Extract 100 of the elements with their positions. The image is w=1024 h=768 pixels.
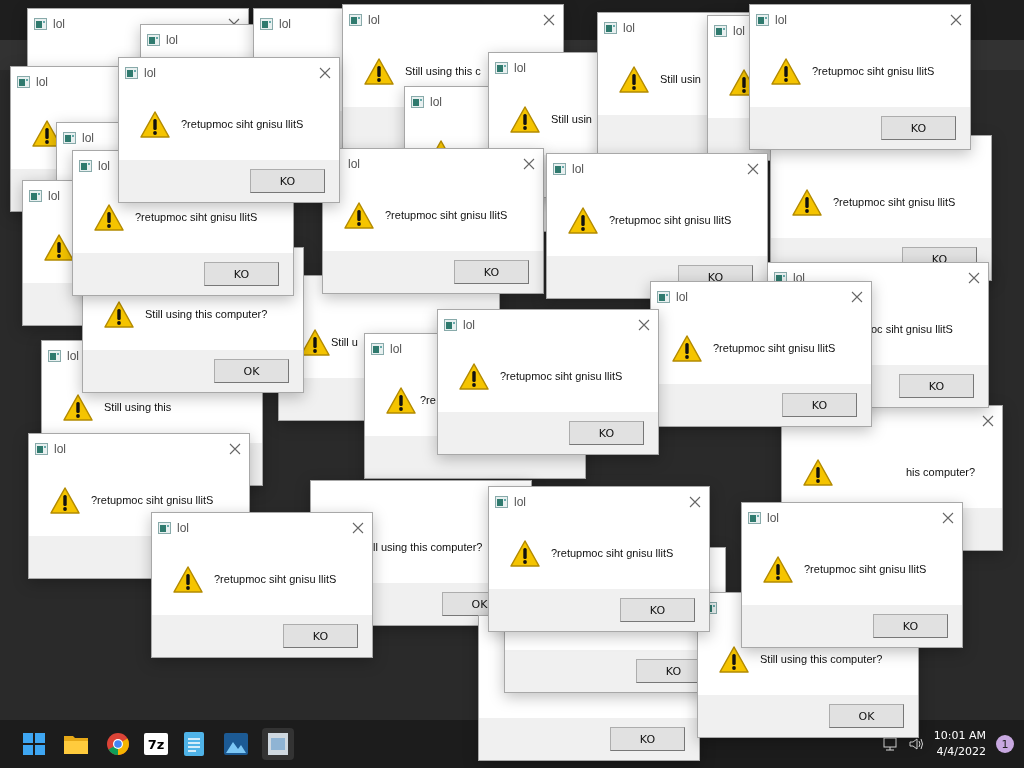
- dialog-button[interactable]: KO: [204, 262, 279, 286]
- window-title: lol: [514, 61, 526, 75]
- window-title: lol: [390, 342, 402, 356]
- warning-icon: [104, 300, 134, 328]
- window-icon: [79, 160, 92, 172]
- dialog-message: ?retupmoc siht gnisu llitS: [385, 209, 508, 221]
- close-icon[interactable]: [229, 443, 241, 455]
- window-icon: [604, 22, 617, 34]
- window-title: lol: [430, 95, 442, 109]
- window-title: lol: [623, 21, 635, 35]
- window-title: lol: [676, 290, 688, 304]
- window-icon: [714, 25, 727, 37]
- dialog-button[interactable]: KO: [782, 393, 857, 417]
- window-icon: [125, 67, 138, 79]
- dialog-button[interactable]: KO: [610, 727, 685, 751]
- warning-icon: [140, 110, 170, 138]
- window-title: lol: [177, 521, 189, 535]
- dialog-message: Still using this c: [405, 65, 481, 77]
- window-title: lol: [775, 13, 787, 27]
- close-icon[interactable]: [523, 158, 535, 170]
- dialog-message: Still using this: [104, 401, 172, 413]
- window-icon: [444, 319, 457, 331]
- notification-badge[interactable]: 1: [996, 735, 1014, 753]
- window-title: lol: [767, 511, 779, 525]
- window-icon: [371, 343, 384, 355]
- window-title: lol: [48, 189, 60, 203]
- archiver-icon[interactable]: 7z: [144, 733, 168, 755]
- dialog-message: ?retupmoc siht gnisu llitS: [609, 214, 732, 226]
- close-icon[interactable]: [543, 14, 555, 26]
- dialog-button[interactable]: KO: [873, 614, 948, 638]
- close-icon[interactable]: [689, 496, 701, 508]
- dialog-message: ?retupmoc siht gnisu llitS: [551, 547, 674, 559]
- dialog-button[interactable]: KO: [250, 169, 325, 193]
- close-icon[interactable]: [968, 272, 980, 284]
- window-title: lol: [279, 17, 291, 31]
- clock-time[interactable]: 10:01 AM: [933, 728, 986, 744]
- speaker-icon[interactable]: [907, 736, 924, 752]
- warning-icon: [386, 386, 416, 414]
- warning-icon: [50, 486, 80, 514]
- app-icon[interactable]: [262, 728, 294, 760]
- dialog-button[interactable]: KO: [569, 421, 644, 445]
- close-icon[interactable]: [851, 291, 863, 303]
- close-icon[interactable]: [982, 415, 994, 427]
- warning-icon: [510, 539, 540, 567]
- dialog-message: ?retupmoc siht gnisu llitS: [713, 342, 836, 354]
- window-icon: [411, 96, 424, 108]
- dialog-button[interactable]: KO: [899, 374, 974, 398]
- dialog-button[interactable]: KO: [620, 598, 695, 622]
- dialog-button[interactable]: KO: [283, 624, 358, 648]
- window-icon: [48, 350, 61, 362]
- window-icon: [34, 18, 47, 30]
- window-title: lol: [166, 33, 178, 47]
- close-icon[interactable]: [950, 14, 962, 26]
- dialog-message: his computer?: [906, 466, 976, 478]
- warning-icon: [771, 57, 801, 85]
- dialog-message: Still using this computer?: [760, 653, 883, 665]
- dialog-message: ?retupmoc siht gnisu llitS: [833, 196, 956, 208]
- window-title: lol: [98, 159, 110, 173]
- window-title: lol: [733, 24, 745, 38]
- window-icon: [774, 272, 787, 284]
- warning-icon: [719, 645, 749, 673]
- dialog-button[interactable]: KO: [454, 260, 529, 284]
- dialog-button[interactable]: OK: [214, 359, 289, 383]
- window-title: lol: [54, 442, 66, 456]
- dialog-message: oc siht gnisu llitS: [871, 323, 953, 335]
- window-icon: [63, 132, 76, 144]
- warning-icon: [763, 555, 793, 583]
- close-icon[interactable]: [352, 522, 364, 534]
- dialog-message: Still usin: [660, 73, 701, 85]
- dialog-message: ll using this computer?: [373, 541, 483, 553]
- dialog-message: ?re: [420, 394, 436, 406]
- window-title: lol: [144, 66, 156, 80]
- warning-icon: [803, 458, 833, 486]
- window-title: lol: [368, 13, 380, 27]
- warning-icon: [94, 203, 124, 231]
- window-icon: [495, 496, 508, 508]
- dialog-message: ?retupmoc siht gnisu llitS: [181, 118, 304, 130]
- window-icon: [349, 14, 362, 26]
- dialog-message: Still using this computer?: [145, 308, 268, 320]
- close-icon[interactable]: [638, 319, 650, 331]
- window-title: lol: [348, 157, 360, 171]
- warning-icon: [63, 393, 93, 421]
- dialog-message: ?retupmoc siht gnisu llitS: [804, 563, 927, 575]
- dialog-message: ?retupmoc siht gnisu llitS: [91, 494, 214, 506]
- close-icon[interactable]: [942, 512, 954, 524]
- warning-icon: [364, 57, 394, 85]
- network-icon[interactable]: [881, 736, 898, 752]
- warning-icon: [568, 206, 598, 234]
- warning-icon: [459, 362, 489, 390]
- dialog-message: Still usin: [551, 113, 592, 125]
- dialog-button[interactable]: OK: [829, 704, 904, 728]
- window-icon: [748, 512, 761, 524]
- close-icon[interactable]: [747, 163, 759, 175]
- window-title: lol: [463, 318, 475, 332]
- dialog-button[interactable]: KO: [881, 116, 956, 140]
- clock-date[interactable]: 4/4/2022: [936, 744, 986, 760]
- window-icon: [657, 291, 670, 303]
- window-title: lol: [36, 75, 48, 89]
- close-icon[interactable]: [319, 67, 331, 79]
- window-title: lol: [514, 495, 526, 509]
